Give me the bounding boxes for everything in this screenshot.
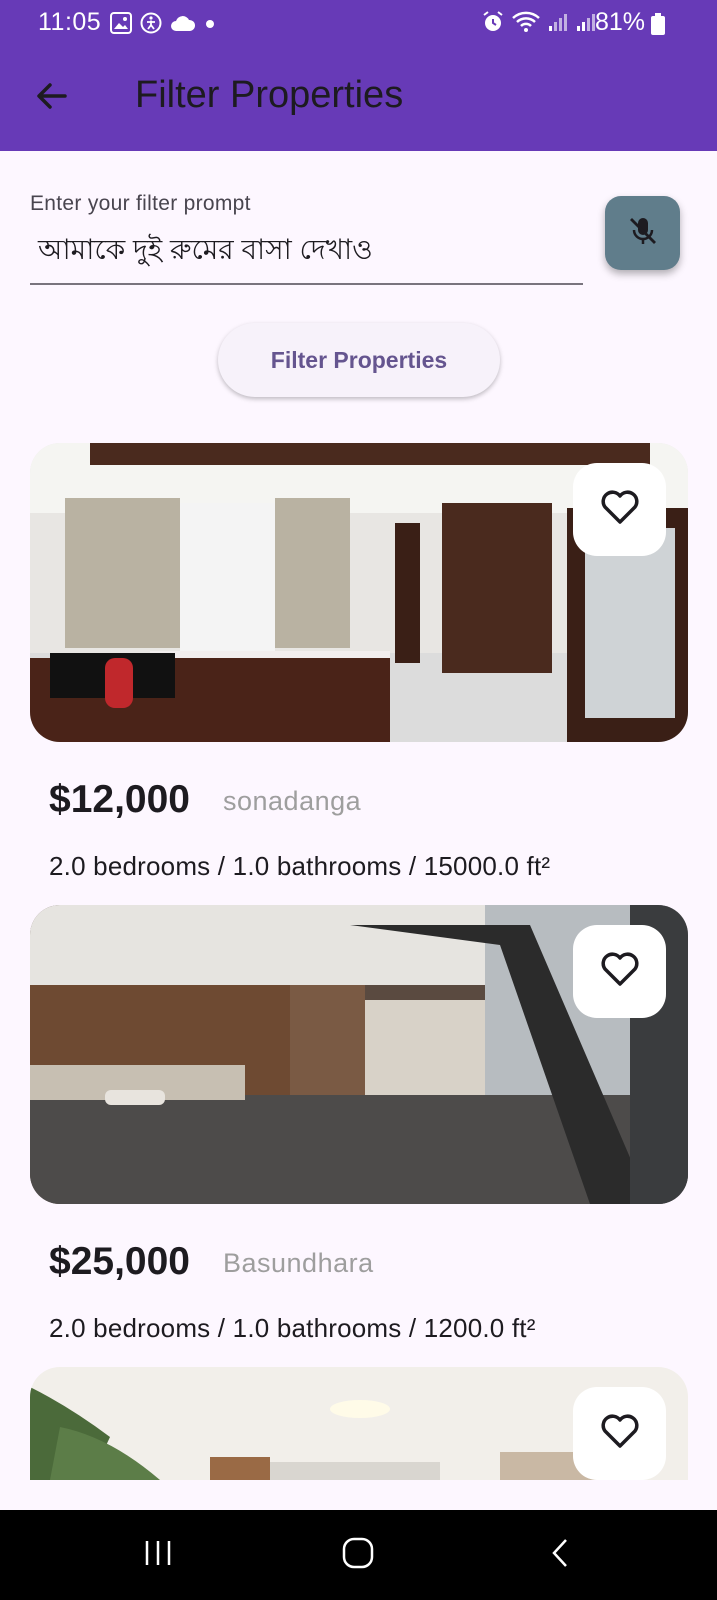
- filter-prompt-label: Enter your filter prompt: [30, 192, 251, 215]
- filter-properties-button[interactable]: Filter Properties: [218, 323, 500, 397]
- filter-prompt-input[interactable]: আমাকে দুই রুমের বাসা দেখাও: [38, 228, 578, 275]
- mic-off-icon: [625, 213, 661, 254]
- favorite-button[interactable]: [573, 1387, 666, 1480]
- property-details: 2.0 bedrooms / 1.0 bathrooms / 1200.0 ft…: [49, 1313, 536, 1343]
- favorite-button[interactable]: [573, 925, 666, 1018]
- status-bar: 11:05 81%: [0, 0, 717, 46]
- arrow-back-icon: [35, 79, 69, 118]
- heart-outline-icon: [600, 489, 640, 530]
- wifi-icon: [511, 10, 541, 39]
- property-price: $12,000: [49, 778, 190, 821]
- nav-back-button[interactable]: [530, 1530, 590, 1580]
- recent-apps-icon: [143, 1539, 173, 1572]
- cloud-icon: [170, 14, 196, 37]
- app-bar: Filter Properties: [0, 46, 717, 151]
- property-details: 2.0 bedrooms / 1.0 bathrooms / 15000.0 f…: [49, 851, 551, 881]
- property-location: Basundhara: [223, 1248, 374, 1278]
- mic-button[interactable]: [605, 196, 680, 270]
- battery-icon: [651, 13, 665, 40]
- gallery-icon: [110, 12, 132, 39]
- property-image[interactable]: [30, 1367, 688, 1480]
- signal-icon: [575, 11, 597, 38]
- dot-icon: [204, 17, 216, 35]
- page-title: Filter Properties: [135, 74, 404, 116]
- input-underline: [30, 283, 583, 285]
- property-price: $25,000: [49, 1240, 190, 1283]
- back-button[interactable]: [24, 70, 80, 126]
- heart-outline-icon: [600, 951, 640, 992]
- accessibility-icon: [140, 12, 162, 39]
- back-icon: [550, 1537, 570, 1574]
- home-button[interactable]: [328, 1530, 388, 1580]
- system-nav-bar: [0, 1510, 717, 1600]
- home-icon: [342, 1537, 374, 1574]
- property-image[interactable]: [30, 905, 688, 1204]
- recent-apps-button[interactable]: [128, 1530, 188, 1580]
- status-time: 11:05: [38, 8, 102, 36]
- property-image[interactable]: [30, 443, 688, 742]
- property-location: sonadanga: [223, 786, 362, 816]
- signal-icon: [547, 11, 569, 38]
- favorite-button[interactable]: [573, 463, 666, 556]
- battery-percent: 81%: [594, 8, 645, 36]
- alarm-icon: [481, 10, 505, 39]
- heart-outline-icon: [600, 1413, 640, 1454]
